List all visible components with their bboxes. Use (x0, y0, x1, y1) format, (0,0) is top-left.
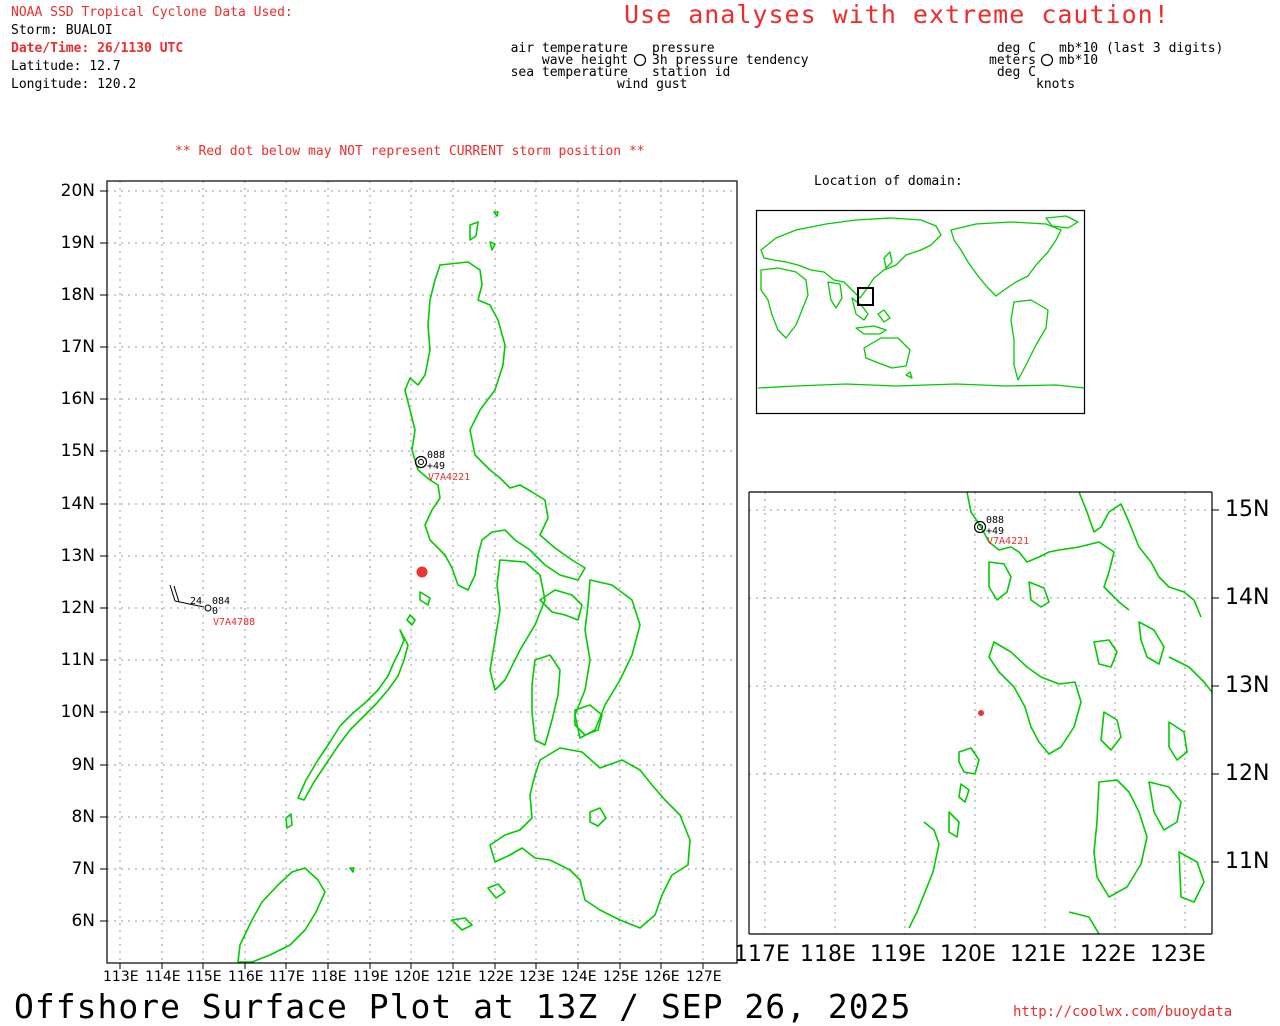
lat-label: 17N (60, 337, 95, 357)
world-inset-frame (755, 209, 1086, 415)
lon-label: 118E (311, 969, 347, 985)
zoom-lon-label: 118E (800, 942, 856, 967)
station-v7a4788-wind-gust: 0 (212, 606, 219, 617)
lat-label: 18N (60, 285, 95, 305)
zoom-storm-position-dot (978, 710, 984, 716)
lon-label: 123E (519, 969, 555, 985)
station-v7a4221-pressure: 088 (427, 450, 446, 461)
lat-label: 7N (71, 859, 95, 879)
station-v7a4221-id: V7A4221 (428, 472, 471, 483)
lat-label: 14N (60, 494, 95, 514)
zoom-station-pressure: 088 (986, 515, 1005, 526)
lon-label: 114E (145, 969, 181, 985)
station-v7a4221-tendency: +49 (427, 461, 446, 472)
zoom-lon-label: 122E (1080, 942, 1136, 967)
zoom-lon-label: 123E (1150, 942, 1206, 967)
station-v7a4221-marker-icon (414, 455, 428, 469)
lat-label: 11N (60, 650, 95, 670)
lon-label: 117E (269, 969, 305, 985)
zoom-lat-label: 14N (1225, 585, 1270, 610)
lon-label: 121E (436, 969, 472, 985)
storm-position-dot (416, 566, 428, 578)
source-url[interactable]: http://coolwx.com/buoydata (1013, 1004, 1232, 1020)
plot-title: Offshore Surface Plot at 13Z / SEP 26, 2… (14, 987, 912, 1026)
main-map-coastline (237, 211, 691, 963)
lat-label: 6N (71, 911, 95, 931)
lat-label: 15N (60, 441, 95, 461)
zoom-lon-label: 121E (1010, 942, 1066, 967)
lat-label: 16N (60, 389, 95, 409)
zoom-lat-label: 15N (1225, 497, 1270, 522)
lon-label: 127E (686, 969, 722, 985)
lon-label: 119E (353, 969, 389, 985)
lat-label: 8N (71, 807, 95, 827)
lat-label: 13N (60, 546, 95, 566)
lat-label: 19N (60, 233, 95, 253)
zoom-lon-label: 117E (734, 942, 790, 967)
lat-label: 12N (60, 598, 95, 618)
zoom-lat-label: 12N (1225, 761, 1270, 786)
inset-title: Location of domain: (814, 174, 963, 189)
lat-label: 10N (60, 702, 95, 722)
zoom-map-coastline (908, 491, 1213, 935)
zoom-station-id: V7A4221 (987, 536, 1030, 547)
lon-label: 124E (561, 969, 597, 985)
lon-label: 116E (228, 969, 264, 985)
lon-label: 122E (478, 969, 514, 985)
station-v7a4788-id: V7A4788 (213, 617, 256, 628)
lon-label: 113E (103, 969, 139, 985)
lat-label: 20N (60, 181, 95, 201)
main-map-ticks (100, 190, 704, 969)
lat-label: 9N (71, 755, 95, 775)
lon-label: 126E (644, 969, 680, 985)
world-inset-map (755, 209, 1086, 415)
zoom-lon-label: 120E (940, 942, 996, 967)
world-inset-coastline (757, 215, 1085, 389)
station-v7a4788-air-temp: 24 (190, 596, 203, 607)
lon-label: 115E (186, 969, 222, 985)
zoom-lat-label: 13N (1225, 673, 1270, 698)
lon-label: 120E (394, 969, 430, 985)
zoom-lon-label: 119E (870, 942, 926, 967)
lon-label: 125E (603, 969, 639, 985)
zoom-lat-label: 11N (1225, 849, 1270, 874)
zoom-station-marker-icon (973, 520, 987, 534)
